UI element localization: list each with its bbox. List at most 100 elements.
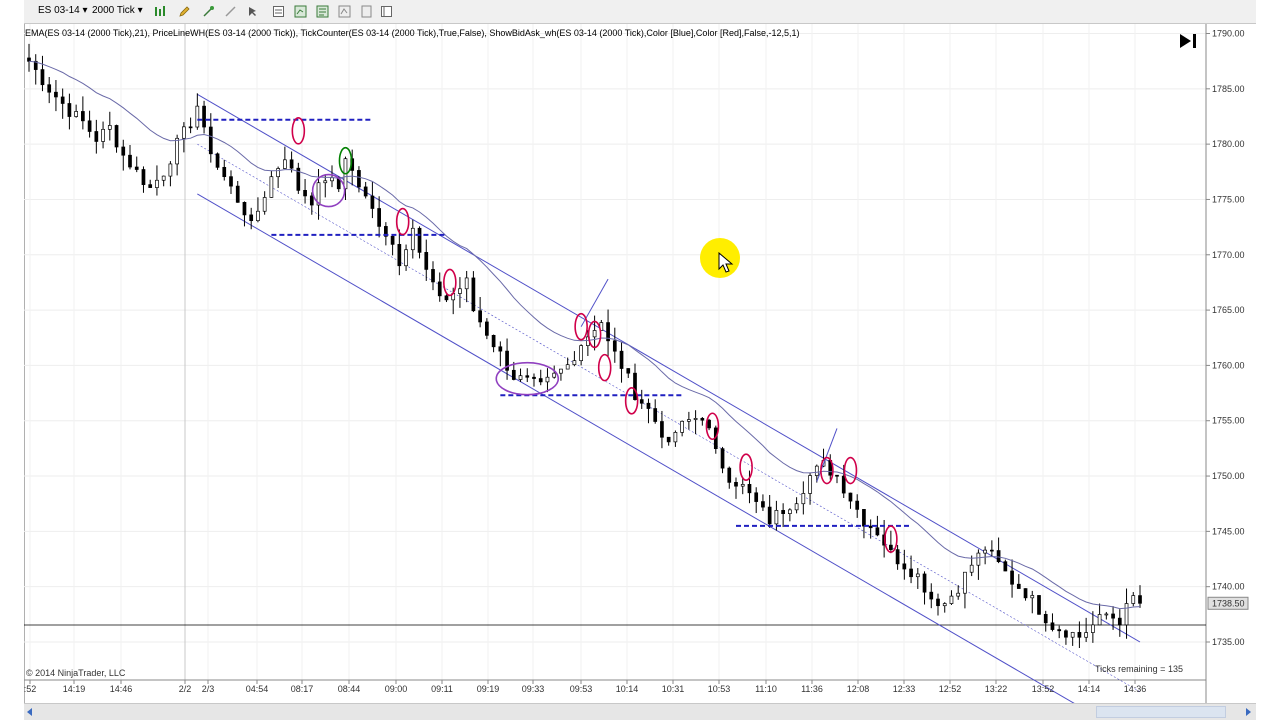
candle-body — [1016, 583, 1021, 589]
y-tick-label: 1745.00 — [1212, 526, 1245, 536]
candle-body — [538, 378, 543, 383]
candle-body — [855, 500, 860, 510]
strategies-icon[interactable] — [338, 5, 351, 18]
candle-body — [774, 510, 779, 525]
candle-body — [518, 375, 523, 380]
candle-body — [990, 549, 994, 552]
red-ellipse-marker — [395, 207, 410, 236]
pencil-icon[interactable] — [178, 5, 191, 18]
price-tag-label: 1738.50 — [1212, 598, 1245, 608]
snapshot-icon[interactable] — [380, 5, 393, 18]
candle-body — [303, 190, 307, 197]
properties-icon[interactable] — [272, 5, 285, 18]
candle-body — [532, 376, 536, 379]
candle-body — [134, 166, 139, 170]
x-tick-label: 13:52 — [1032, 684, 1055, 694]
candle-body — [81, 111, 85, 122]
horizontal-scrollbar[interactable] — [24, 703, 1256, 720]
candle-body — [963, 571, 967, 594]
data-series-icon[interactable] — [294, 5, 307, 18]
scroll-left-icon[interactable] — [24, 706, 36, 718]
candle-body — [942, 603, 947, 607]
x-tick-label: 11:36 — [801, 684, 823, 694]
indicator-label: EMA(ES 03-14 (2000 Tick),21), PriceLineW… — [25, 28, 800, 38]
candle-body — [323, 180, 328, 184]
candle-body — [485, 321, 489, 336]
x-tick-label: :52 — [24, 684, 36, 694]
candle-body — [1104, 613, 1109, 616]
candle-body — [208, 126, 213, 155]
candle-body — [754, 492, 759, 502]
candle-body — [1030, 595, 1035, 599]
x-tick-label: 10:31 — [662, 684, 685, 694]
candle-body — [444, 295, 449, 301]
skip-to-end-icon[interactable] — [1178, 32, 1198, 50]
x-tick-label: 08:17 — [291, 684, 314, 694]
right-frame — [1256, 0, 1280, 720]
candle-body — [74, 111, 78, 117]
candle-body — [283, 159, 287, 169]
y-tick-label: 1750.00 — [1212, 471, 1245, 481]
candle-body — [182, 126, 186, 139]
indicators-icon[interactable] — [316, 5, 329, 18]
candle-body — [269, 176, 274, 198]
eraser-icon[interactable] — [224, 5, 237, 18]
price-axis-labels: 1790.00 1785.00 1780.00 1775.00 1770.00 1765.… — [1206, 29, 1245, 647]
candle-body — [579, 345, 583, 362]
interval-dropdown[interactable]: 2000 Tick ▾ — [92, 5, 143, 16]
candle-body — [478, 310, 482, 323]
candle-body — [431, 269, 435, 283]
y-tick-label: 1780.00 — [1212, 139, 1245, 149]
instrument-dropdown[interactable]: ES 03-14 ▾ — [38, 5, 88, 16]
candle-body — [747, 484, 752, 494]
candle-body — [222, 166, 227, 178]
candle-body — [397, 244, 402, 267]
draw-tool-icon[interactable] — [202, 5, 215, 18]
candle-body — [202, 105, 206, 128]
y-tick-label: 1770.00 — [1212, 250, 1245, 260]
candle-body — [949, 595, 954, 604]
candle-body — [155, 179, 159, 188]
scroll-thumb[interactable] — [1096, 706, 1226, 718]
x-tick-label: 2/3 — [202, 684, 215, 694]
red-ellipse-marker — [291, 117, 306, 145]
candle-body — [720, 448, 725, 469]
candle-body — [983, 549, 987, 554]
mouse-cursor-icon — [718, 252, 734, 273]
candle-body — [404, 249, 408, 267]
candle-body — [309, 195, 314, 206]
candle-body — [357, 170, 361, 188]
candle-body — [1064, 630, 1068, 638]
candle-body — [767, 506, 772, 525]
candle-body — [700, 418, 705, 421]
candle-body — [727, 467, 732, 483]
y-tick-label: 1765.00 — [1212, 305, 1245, 315]
candle-body — [559, 368, 563, 374]
candle-body — [801, 493, 806, 505]
candle-body — [693, 418, 698, 420]
x-tick-label: 04:54 — [246, 684, 269, 694]
y-tick-label: 1740.00 — [1212, 582, 1245, 592]
bars-type-icon[interactable] — [154, 5, 167, 18]
red-ellipse-marker — [443, 268, 457, 297]
candle-body — [215, 153, 220, 168]
candle-body — [262, 197, 267, 212]
candle-body — [734, 482, 738, 487]
candle-body — [633, 372, 637, 400]
scroll-right-icon[interactable] — [1242, 706, 1254, 718]
candle-body — [619, 350, 624, 369]
cursor-tool-icon[interactable] — [246, 5, 259, 18]
candle-body — [909, 568, 913, 578]
candle-body — [87, 120, 92, 132]
candle-body — [956, 592, 961, 597]
candle-body — [1010, 570, 1014, 585]
candle-body — [969, 564, 974, 573]
price-chart[interactable]: 1790.00 1785.00 1780.00 1775.00 1770.00 1765.… — [24, 24, 1256, 704]
candle-body — [1070, 632, 1075, 638]
candle-body — [148, 184, 153, 188]
ema-line — [28, 60, 1141, 610]
candle-body — [188, 126, 193, 129]
chart-trader-icon[interactable] — [360, 5, 373, 18]
candle-body — [229, 176, 233, 187]
candle-body — [1131, 595, 1136, 604]
